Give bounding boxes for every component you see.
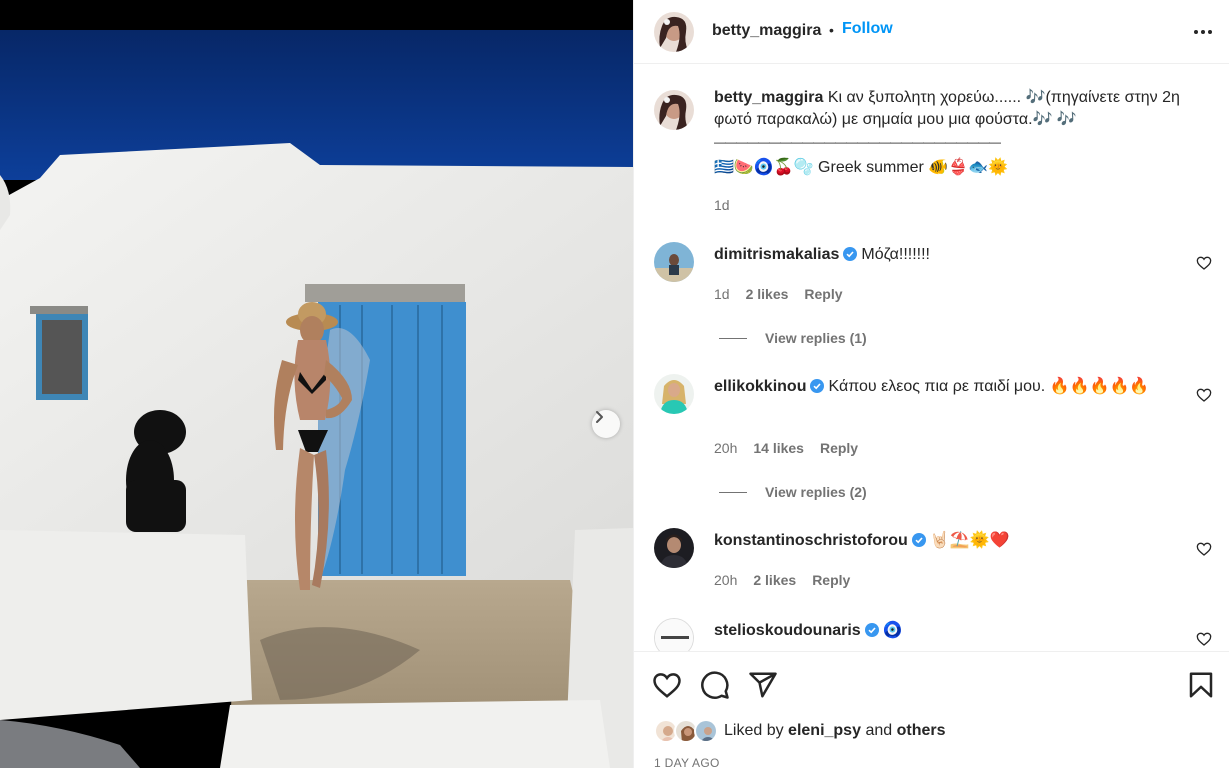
liked-by-conj: and	[865, 722, 893, 739]
replies-line	[719, 491, 747, 493]
verified-icon	[810, 379, 825, 393]
view-replies-button[interactable]: View replies (2)	[719, 484, 867, 500]
comment-text: Κάπου ελεος πια ρε παιδί μου. 🔥🔥🔥🔥🔥	[828, 378, 1150, 395]
caption-tags: 🇬🇷🍉🧿🍒🫧 Greek summer 🐠👙🐟🌞	[714, 159, 1008, 176]
caption-username[interactable]: betty_maggira	[714, 89, 823, 106]
comment-like-heart-icon[interactable]	[1196, 387, 1212, 403]
view-replies-label: View replies (2)	[765, 484, 867, 500]
heart-icon[interactable]	[652, 670, 682, 700]
comment-username[interactable]: stelioskoudounaris	[714, 622, 861, 639]
liked-by-avatars[interactable]	[654, 719, 718, 743]
comment-likes[interactable]: 2 likes	[753, 572, 796, 588]
share-icon[interactable]	[748, 670, 778, 700]
next-image-button[interactable]	[592, 410, 620, 438]
author-username[interactable]: betty_maggira	[712, 22, 821, 40]
comment-username[interactable]: ellikokkinou	[714, 378, 806, 395]
liked-by-text: Liked by eleni_psy and others	[724, 722, 946, 740]
save-icon[interactable]	[1186, 670, 1216, 700]
liker-avatar	[694, 719, 718, 743]
comments-scroll-area[interactable]: betty_maggira Κι αν ξυπολητη χορεύω.....…	[634, 65, 1229, 651]
liked-by-others[interactable]: others	[897, 722, 946, 739]
reply-button[interactable]: Reply	[804, 286, 842, 302]
chevron-right-icon	[596, 411, 603, 423]
post-actions: Liked by eleni_psy and others 1 DAY AGO	[634, 651, 1229, 768]
view-replies-label: View replies (1)	[765, 330, 867, 346]
reply-button[interactable]: Reply	[820, 440, 858, 456]
comment-username[interactable]: dimitrismakalias	[714, 246, 839, 263]
comment-like-heart-icon[interactable]	[1196, 255, 1212, 271]
replies-line	[719, 337, 747, 339]
caption-time: 1d	[714, 197, 730, 213]
post-details-panel: betty_maggira • Follow betty_maggira Κι …	[633, 0, 1229, 768]
comment-likes[interactable]: 14 likes	[753, 440, 804, 456]
comment-text: 🤘🏻⛱️🌞❤️	[929, 532, 1010, 549]
commenter-avatar[interactable]	[654, 528, 694, 568]
comment-time[interactable]: 20h	[714, 572, 737, 588]
commenter-avatar[interactable]	[654, 242, 694, 282]
more-options-button[interactable]	[1194, 30, 1212, 34]
commenter-avatar[interactable]	[654, 618, 694, 651]
comment-time[interactable]: 1d	[714, 286, 730, 302]
liked-by-prefix: Liked by	[724, 722, 784, 739]
separator-dot: •	[829, 22, 834, 38]
liked-by-user[interactable]: eleni_psy	[788, 722, 861, 739]
post-header: betty_maggira • Follow	[634, 0, 1229, 64]
comment-likes[interactable]: 2 likes	[746, 286, 789, 302]
commenter-avatar[interactable]	[654, 374, 694, 414]
verified-icon	[843, 247, 858, 261]
caption-author-avatar[interactable]	[654, 90, 694, 130]
comment-text: Μόζα!!!!!!!	[861, 246, 930, 263]
comment-text: 🧿	[882, 622, 903, 639]
verified-icon	[911, 533, 926, 547]
comment-username[interactable]: konstantinoschristoforou	[714, 532, 908, 549]
comment-icon[interactable]	[700, 670, 730, 700]
post-photo	[0, 0, 633, 768]
comment-like-heart-icon[interactable]	[1196, 631, 1212, 647]
verified-icon	[864, 623, 879, 637]
author-avatar[interactable]	[654, 12, 694, 52]
comment-like-heart-icon[interactable]	[1196, 541, 1212, 557]
post-media[interactable]	[0, 0, 633, 768]
comment-time[interactable]: 20h	[714, 440, 737, 456]
reply-button[interactable]: Reply	[812, 572, 850, 588]
view-replies-button[interactable]: View replies (1)	[719, 330, 867, 346]
caption-divider: ——————————————————————————	[714, 135, 1001, 149]
follow-button[interactable]: Follow	[842, 20, 893, 38]
more-icon	[1194, 30, 1212, 34]
post-date[interactable]: 1 DAY AGO	[654, 756, 720, 768]
